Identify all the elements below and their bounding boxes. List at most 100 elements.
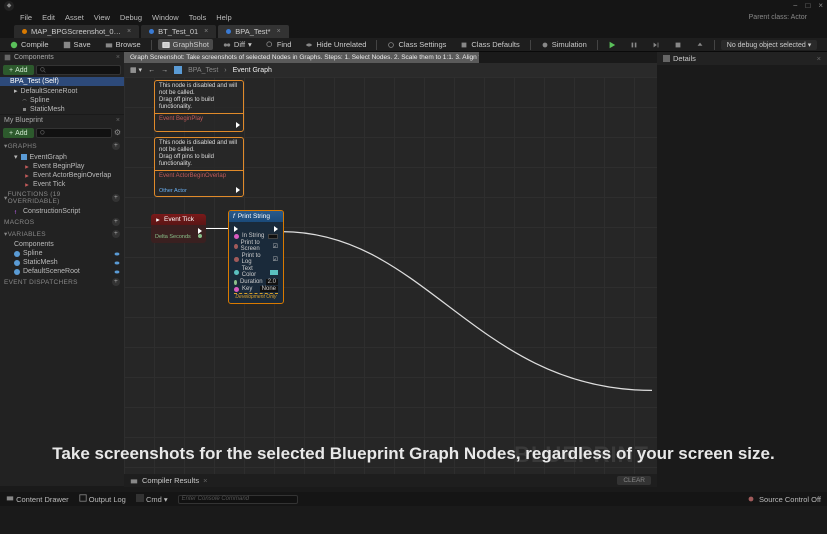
tab-bt-test[interactable]: BT_Test_01× xyxy=(141,25,216,38)
save-button[interactable]: Save xyxy=(59,39,95,50)
my-blueprint-panel: My Blueprint × + Add ⚙ ▾ GRAPHS+ ▾ EventG… xyxy=(0,115,124,486)
close-icon[interactable]: × xyxy=(204,28,208,35)
node-print-string[interactable]: fPrint String In String Print to Screen … xyxy=(228,210,284,304)
tab-bpa-test[interactable]: BPA_Test*× xyxy=(218,25,288,38)
simulation-button[interactable]: Simulation xyxy=(537,39,591,50)
menu-help[interactable]: Help xyxy=(216,13,231,22)
class-defaults-button[interactable]: Class Defaults xyxy=(456,39,523,50)
close-icon[interactable]: × xyxy=(203,476,207,485)
add-function-button[interactable]: + xyxy=(112,194,120,202)
menu-tools[interactable]: Tools xyxy=(189,13,207,22)
add-dispatcher-button[interactable]: + xyxy=(112,278,120,286)
components-search[interactable] xyxy=(36,65,121,75)
close-icon[interactable]: × xyxy=(116,54,120,61)
breadcrumb-current[interactable]: Event Graph xyxy=(233,67,272,74)
clear-button[interactable]: CLEAR xyxy=(617,476,651,485)
stop-button[interactable] xyxy=(670,40,686,50)
tab-map[interactable]: MAP_BPGScreenshot_0…× xyxy=(14,25,139,38)
visibility-icon[interactable] xyxy=(114,251,120,257)
cmd-label[interactable]: Cmd ▾ xyxy=(136,494,168,504)
component-root[interactable]: BPA_Test (Self) xyxy=(0,77,124,86)
minimize-button[interactable]: − xyxy=(793,1,798,10)
nav-dropdown[interactable]: ▦ ▾ xyxy=(130,66,142,74)
content-drawer-button[interactable]: Content Drawer xyxy=(6,494,69,504)
titlebar: ◆ − □ × xyxy=(0,0,827,11)
component-item[interactable]: ▸ DefaultSceneRoot xyxy=(0,86,124,96)
nav-forward[interactable]: → xyxy=(161,67,168,74)
node-begin-play-disabled[interactable]: This node is disabled and will not be ca… xyxy=(154,80,244,132)
maximize-button[interactable]: □ xyxy=(805,1,810,10)
macros-category[interactable]: MACROS+ xyxy=(0,216,124,228)
close-button[interactable]: × xyxy=(818,1,823,10)
dispatchers-category[interactable]: EVENT DISPATCHERS+ xyxy=(0,276,124,288)
diff-button[interactable]: Diff ▾ xyxy=(219,39,256,50)
components-title: Components xyxy=(14,54,54,61)
browse-button[interactable]: Browse xyxy=(101,39,145,50)
source-control-button[interactable]: Source Control Off xyxy=(747,495,821,504)
visibility-icon[interactable] xyxy=(114,260,120,266)
variables-category[interactable]: ▾ VARIABLES+ xyxy=(0,228,124,240)
parent-class-label[interactable]: Parent class: Actor xyxy=(749,14,807,21)
graphshot-button[interactable]: GraphShot xyxy=(158,39,213,50)
visibility-icon[interactable] xyxy=(114,269,120,275)
add-variable-button[interactable]: + xyxy=(112,230,120,238)
eject-button[interactable] xyxy=(692,40,708,50)
menu-view[interactable]: View xyxy=(94,13,110,22)
event-item[interactable]: Event BeginPlay xyxy=(0,162,124,171)
close-icon[interactable]: × xyxy=(277,28,281,35)
tabbar: MAP_BPGScreenshot_0…× BT_Test_01× BPA_Te… xyxy=(0,24,827,38)
graph-canvas[interactable]: This node is disabled and will not be ca… xyxy=(124,77,657,474)
variable-group[interactable]: Components xyxy=(0,240,124,249)
compile-button[interactable]: Compile xyxy=(6,39,53,50)
class-settings-button[interactable]: Class Settings xyxy=(383,39,450,50)
nav-back[interactable]: ← xyxy=(148,67,155,74)
menu-window[interactable]: Window xyxy=(152,13,179,22)
compiler-results-tab[interactable]: Compiler Results× CLEAR xyxy=(124,474,657,487)
output-log-button[interactable]: Output Log xyxy=(79,494,126,504)
my-blueprint-title: My Blueprint xyxy=(4,117,43,124)
event-item[interactable]: Event ActorBeginOverlap xyxy=(0,171,124,180)
event-item[interactable]: Event Tick xyxy=(0,180,124,189)
functions-category[interactable]: ▾ FUNCTIONS (19 OVERRIDABLE)+ xyxy=(0,189,124,207)
menubar: File Edit Asset View Debug Window Tools … xyxy=(0,11,827,24)
eventgraph-item[interactable]: ▾ EventGraph xyxy=(0,152,124,162)
hide-unrelated-button[interactable]: Hide Unrelated xyxy=(301,39,370,50)
menu-edit[interactable]: Edit xyxy=(42,13,55,22)
close-icon[interactable]: × xyxy=(817,54,821,63)
bottom-bar: Content Drawer Output Log Cmd ▾ Enter Co… xyxy=(0,492,827,506)
find-button[interactable]: Find xyxy=(262,39,296,50)
component-item[interactable]: Spline xyxy=(0,96,124,105)
svg-text:f: f xyxy=(15,209,17,214)
center-area: Graph Screenshot: Take screenshots of se… xyxy=(124,52,657,487)
add-blueprint-button[interactable]: + Add xyxy=(3,128,34,138)
graph-icon xyxy=(174,66,182,74)
component-item[interactable]: StaticMesh xyxy=(0,105,124,114)
variable-item[interactable]: StaticMesh xyxy=(0,258,124,267)
debug-object-selector[interactable]: No debug object selected ▾ xyxy=(721,40,817,50)
add-component-button[interactable]: + Add xyxy=(3,65,34,75)
menu-file[interactable]: File xyxy=(20,13,32,22)
play-button[interactable] xyxy=(604,40,620,50)
variable-item[interactable]: Spline xyxy=(0,249,124,258)
pause-button[interactable] xyxy=(626,40,642,50)
skip-button[interactable] xyxy=(648,40,664,50)
graphs-category[interactable]: ▾ GRAPHS+ xyxy=(0,140,124,152)
variable-item[interactable]: DefaultSceneRoot xyxy=(0,267,124,276)
add-macro-button[interactable]: + xyxy=(112,218,120,226)
node-overlap-disabled[interactable]: This node is disabled and will not be ca… xyxy=(154,137,244,197)
node-event-tick[interactable]: Event Tick Delta Seconds xyxy=(151,214,206,243)
menu-debug[interactable]: Debug xyxy=(120,13,142,22)
ue-logo: ◆ xyxy=(4,1,14,11)
blueprint-search[interactable] xyxy=(36,128,112,138)
function-item[interactable]: f ConstructionScript xyxy=(0,207,124,216)
console-input[interactable]: Enter Console Command xyxy=(178,495,298,504)
caption-text: Take screenshots for the selected Bluepr… xyxy=(0,438,827,470)
add-graph-button[interactable]: + xyxy=(112,142,120,150)
settings-icon[interactable]: ⚙ xyxy=(114,128,121,138)
graphshot-tooltip: Graph Screenshot: Take screenshots of se… xyxy=(124,52,479,63)
breadcrumb-root[interactable]: BPA_Test xyxy=(188,67,218,74)
graph-breadcrumb-bar: ▦ ▾ ← → BPA_Test › Event Graph xyxy=(124,63,657,77)
close-icon[interactable]: × xyxy=(116,117,120,124)
menu-asset[interactable]: Asset xyxy=(65,13,84,22)
close-icon[interactable]: × xyxy=(127,28,131,35)
